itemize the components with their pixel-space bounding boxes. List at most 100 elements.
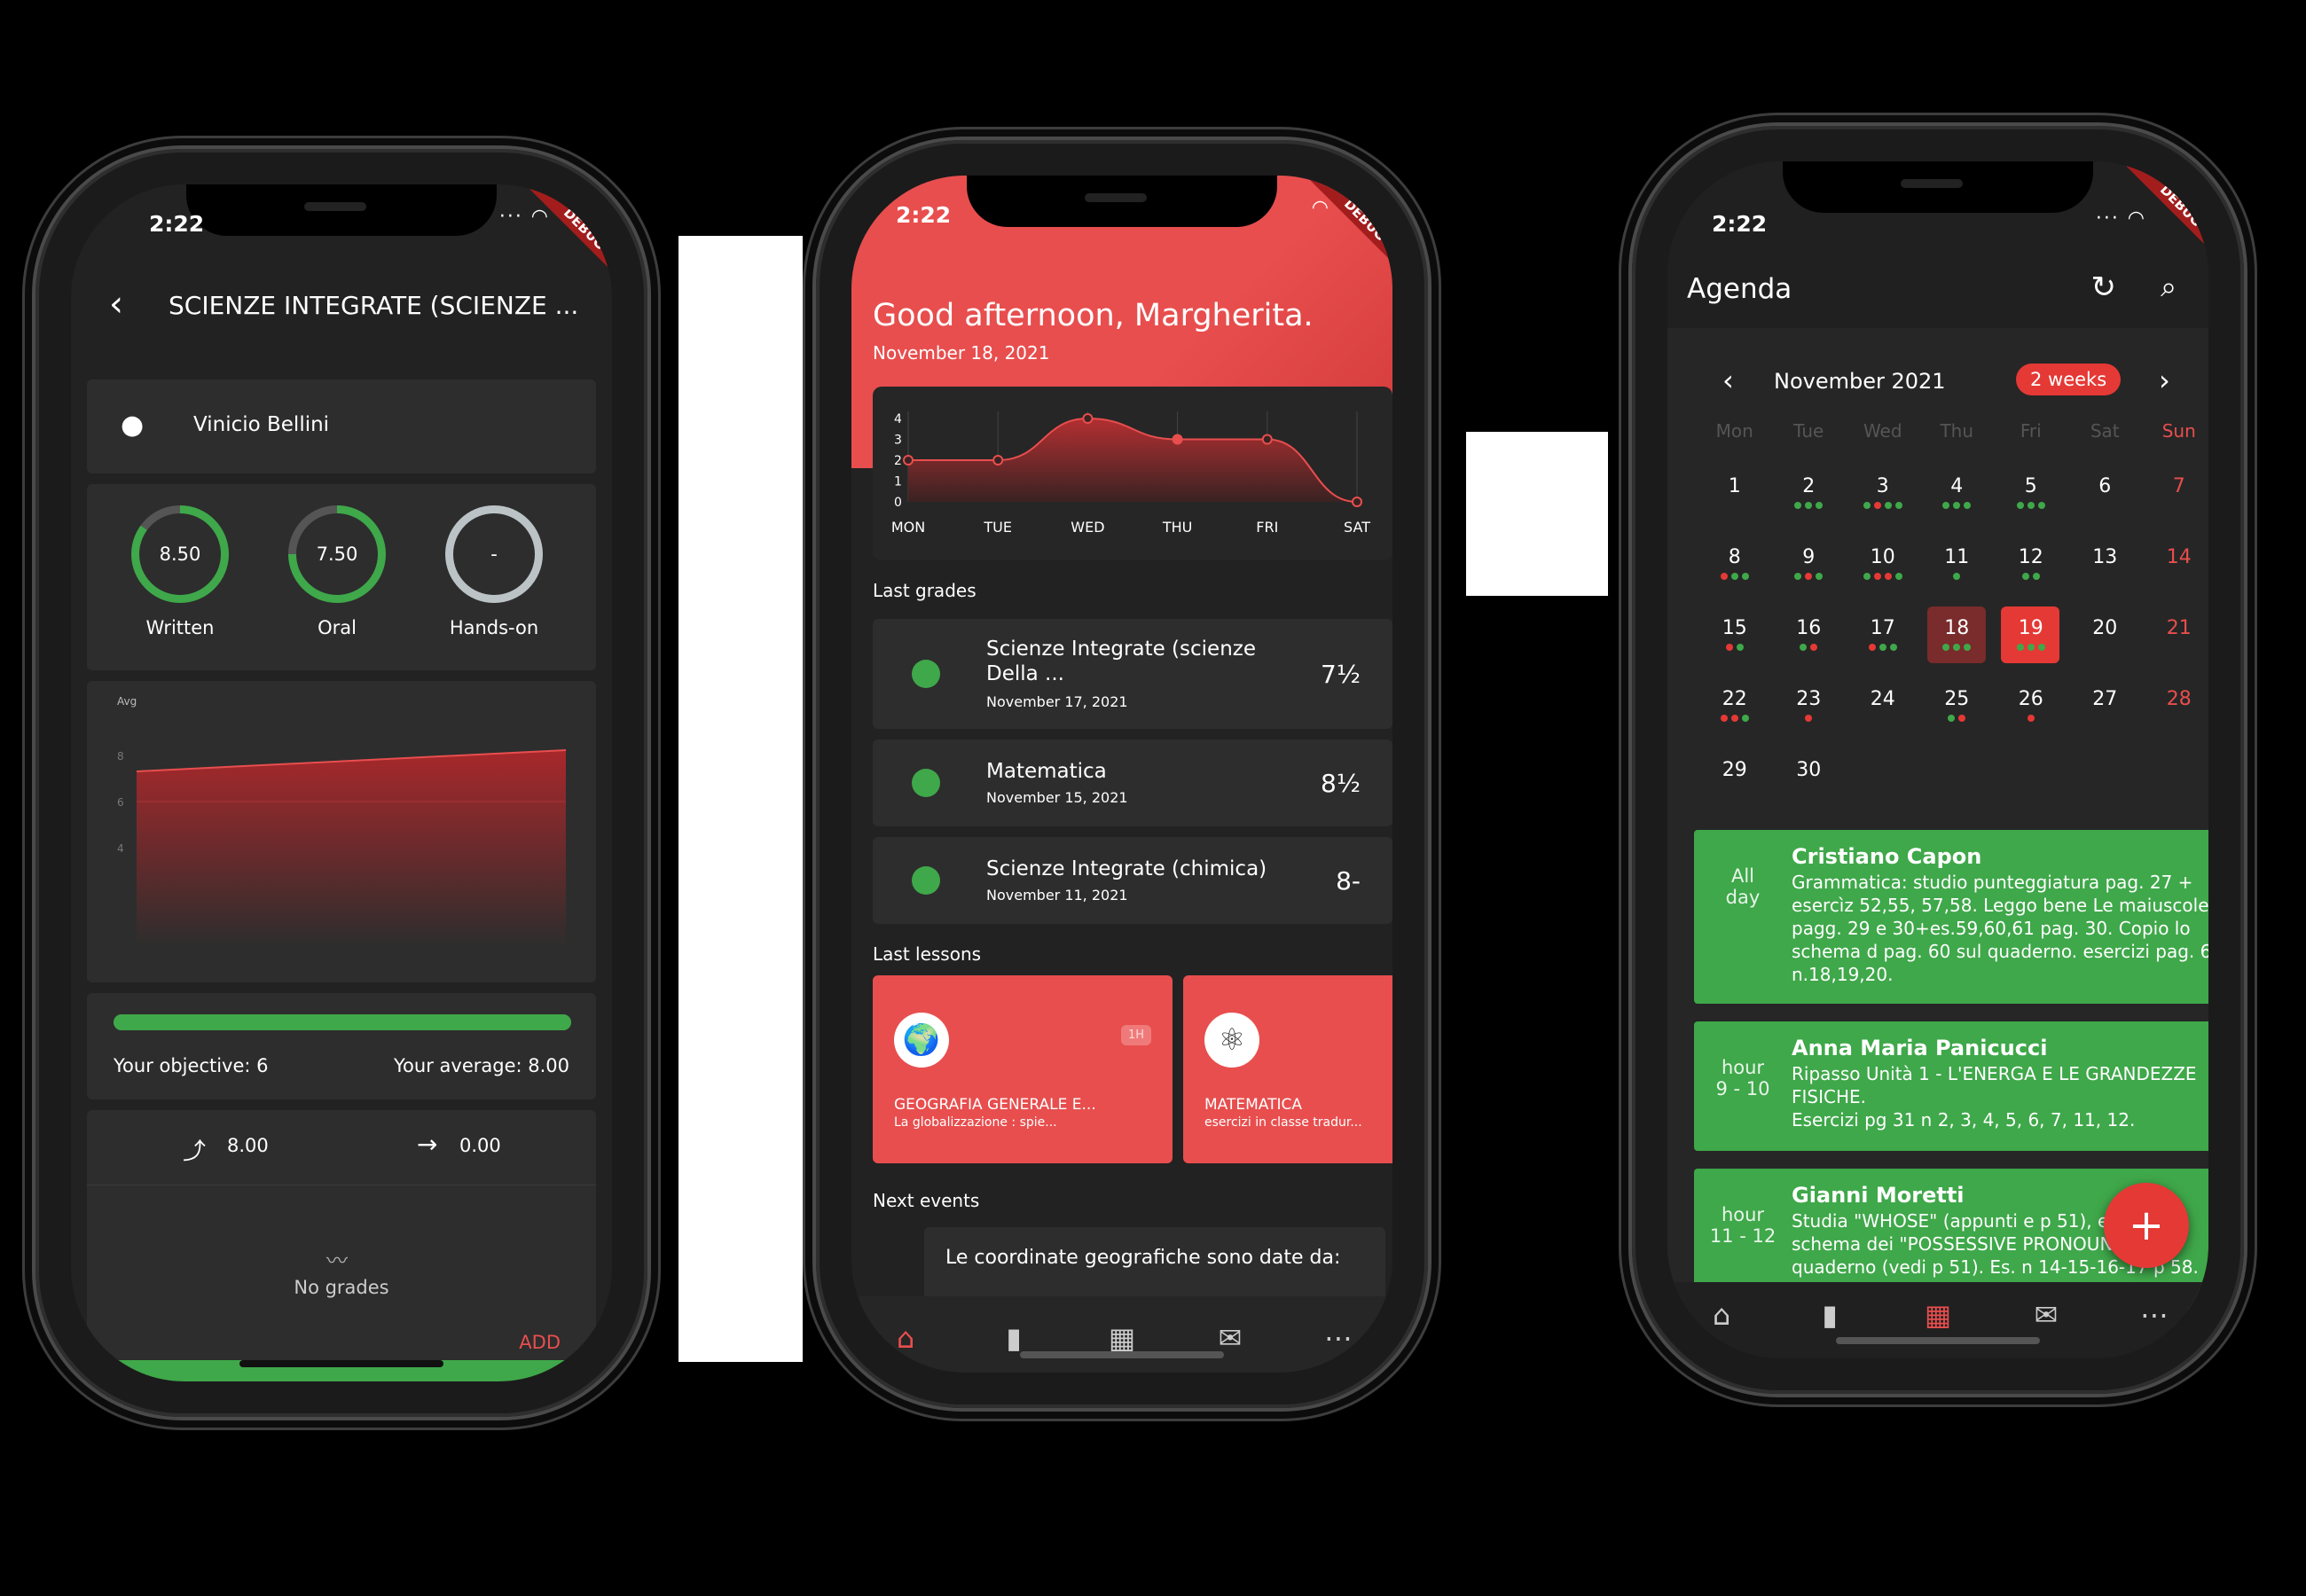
back-button[interactable]: ‹: [94, 282, 138, 326]
home-icon[interactable]: ⌂: [1695, 1298, 1748, 1332]
day-number: 6: [2098, 475, 2112, 497]
add-event-button[interactable]: +: [2104, 1183, 2189, 1268]
calendar-day[interactable]: 9: [1772, 541, 1847, 612]
calendar-day[interactable]: 21: [2142, 612, 2208, 683]
grade-dot: [912, 660, 940, 688]
calendar-day[interactable]: 18: [1920, 606, 1995, 683]
calendar-day[interactable]: 25: [1920, 683, 1995, 754]
calendar-week: 22 23 24 25 26 27 28: [1698, 683, 2208, 754]
event-teacher: Cristiano Capon: [1792, 844, 1982, 869]
calendar-day[interactable]: 28: [2142, 683, 2208, 754]
calendar-icon[interactable]: ▦: [1911, 1298, 1965, 1332]
lesson-card[interactable]: 🌍 1H GEOGRAFIA GENERALE E... La globaliz…: [873, 975, 1173, 1163]
grade-date: November 17, 2021: [986, 693, 1128, 710]
calendar-day[interactable]: 6: [2068, 470, 2143, 541]
trend-up-icon: ⤴: [183, 1138, 207, 1165]
calendar-day[interactable]: 3: [1846, 470, 1920, 541]
event-dots: [1846, 573, 1920, 580]
calendar-week: 15 16 17 18 19 20 21: [1698, 606, 2208, 683]
event-card[interactable]: hour 9 - 10 Anna Maria Panicucci Ripasso …: [1694, 1021, 2208, 1151]
weekday-header: Mon Tue Wed Thu Fri Sat Sun: [1698, 420, 2208, 442]
chart-line-icon: 〰: [326, 1248, 348, 1273]
weekday-label: Sat: [2090, 420, 2120, 442]
trend-flat-icon: →: [417, 1130, 438, 1159]
calendar-day[interactable]: 23: [1772, 683, 1847, 754]
page-title: Agenda: [1687, 273, 1792, 305]
event-time: All day: [1725, 865, 1761, 908]
add-button[interactable]: ADD: [519, 1332, 561, 1353]
calendar-day[interactable]: 22: [1698, 683, 1772, 754]
day-number: 28: [2166, 688, 2192, 710]
view-toggle[interactable]: 2 weeks: [2016, 364, 2122, 395]
day-number: 20: [2092, 617, 2118, 639]
weekday-label: Mon: [1715, 420, 1753, 442]
event-card[interactable]: All day Cristiano Capon Grammatica: studi…: [1694, 830, 2208, 1004]
calendar-day[interactable]: 15: [1698, 612, 1772, 683]
grade-subject: Scienze Integrate (scienze: [986, 638, 1256, 661]
notch: [1783, 161, 2093, 213]
y-tick-label: 2: [894, 454, 902, 468]
calendar-day[interactable]: 26: [1994, 683, 2068, 754]
grade-card[interactable]: Matematica November 15, 2021 8½: [873, 739, 1392, 826]
event-text: Grammatica: studio punteggiatura pag. 27…: [1792, 872, 2208, 985]
person-icon: ●: [121, 410, 145, 441]
more-icon[interactable]: ⋯: [1312, 1321, 1365, 1355]
mail-icon[interactable]: ✉: [1204, 1321, 1257, 1355]
calendar-day[interactable]: 5: [1994, 470, 2068, 541]
event-teacher: Gianni Moretti: [1792, 1183, 1965, 1208]
next-month-button[interactable]: ›: [2159, 364, 2170, 397]
grade-card[interactable]: Scienze Integrate (chimica) November 11,…: [873, 837, 1392, 924]
home-icon[interactable]: ⌂: [879, 1321, 932, 1355]
mail-icon[interactable]: ✉: [2020, 1298, 2073, 1332]
day-number: 1: [1728, 475, 1741, 497]
calendar-day[interactable]: 4: [1920, 470, 1995, 541]
average-text: Your average: 8.00: [394, 1055, 569, 1076]
status-time: 2:22: [1712, 211, 1768, 237]
calendar-day[interactable]: 17: [1846, 612, 1920, 683]
calendar-day[interactable]: 1: [1698, 470, 1772, 541]
refresh-icon[interactable]: ↻: [2091, 270, 2117, 305]
teacher-name: Vinicio Bellini: [193, 413, 330, 436]
grade-card[interactable]: Scienze Integrate (scienze Della ... Nov…: [873, 619, 1392, 729]
trend-up-value: 8.00: [227, 1135, 269, 1156]
more-icon[interactable]: ⋯: [2128, 1298, 2181, 1332]
calendar-day[interactable]: 19: [1994, 606, 2068, 683]
calendar-day[interactable]: 30: [1772, 754, 1847, 825]
calendar-icon[interactable]: ▦: [1095, 1321, 1149, 1355]
calendar-day[interactable]: 29: [1698, 754, 1772, 825]
calendar-day[interactable]: 27: [2068, 683, 2143, 754]
calendar-day[interactable]: 20: [2068, 612, 2143, 683]
book-icon[interactable]: ▮: [1803, 1298, 1856, 1332]
calendar-day[interactable]: 10: [1846, 541, 1920, 612]
lesson-card[interactable]: ⚛ MATEMATICA esercizi in classe tradur..…: [1183, 975, 1392, 1163]
day-number: 19: [2018, 617, 2043, 639]
day-number: 22: [1722, 688, 1747, 710]
prev-month-button[interactable]: ‹: [1722, 364, 1734, 397]
chart-point: [992, 455, 1004, 466]
search-icon[interactable]: ⌕: [2161, 270, 2177, 304]
home-indicator: [239, 1360, 443, 1367]
calendar-day[interactable]: 13: [2068, 541, 2143, 612]
calendar-day[interactable]: 2: [1772, 470, 1847, 541]
duration-badge: 1H: [1120, 1025, 1151, 1045]
phone-agenda: 2:22 ··· ◠ DEBUG Agenda ↻ ⌕ ‹ November 2…: [1632, 126, 2244, 1394]
calendar-day[interactable]: 7: [2142, 470, 2208, 541]
day-number: 5: [2024, 475, 2037, 497]
calendar-day[interactable]: 11: [1920, 541, 1995, 612]
calendar-day[interactable]: 24: [1846, 683, 1920, 754]
day-number: 11: [1944, 546, 1970, 568]
calendar-day[interactable]: 12: [1994, 541, 2068, 612]
home-indicator: [1836, 1337, 2040, 1344]
calendar-day[interactable]: 14: [2142, 541, 2208, 612]
book-icon[interactable]: ▮: [987, 1321, 1040, 1355]
average-chart: Avg 8 6 4: [87, 681, 596, 982]
wifi-icon: ··· ◠: [498, 206, 550, 228]
day-number: 26: [2018, 688, 2043, 710]
calendar-day[interactable]: 16: [1772, 612, 1847, 683]
calendar-day[interactable]: 8: [1698, 541, 1772, 612]
x-tick-label: SAT: [1344, 519, 1370, 536]
event-dots: [1846, 502, 1920, 509]
grade-subject: Scienze Integrate (chimica): [986, 857, 1267, 880]
day-number: 12: [2018, 546, 2043, 568]
event-dots: [1920, 644, 1995, 651]
